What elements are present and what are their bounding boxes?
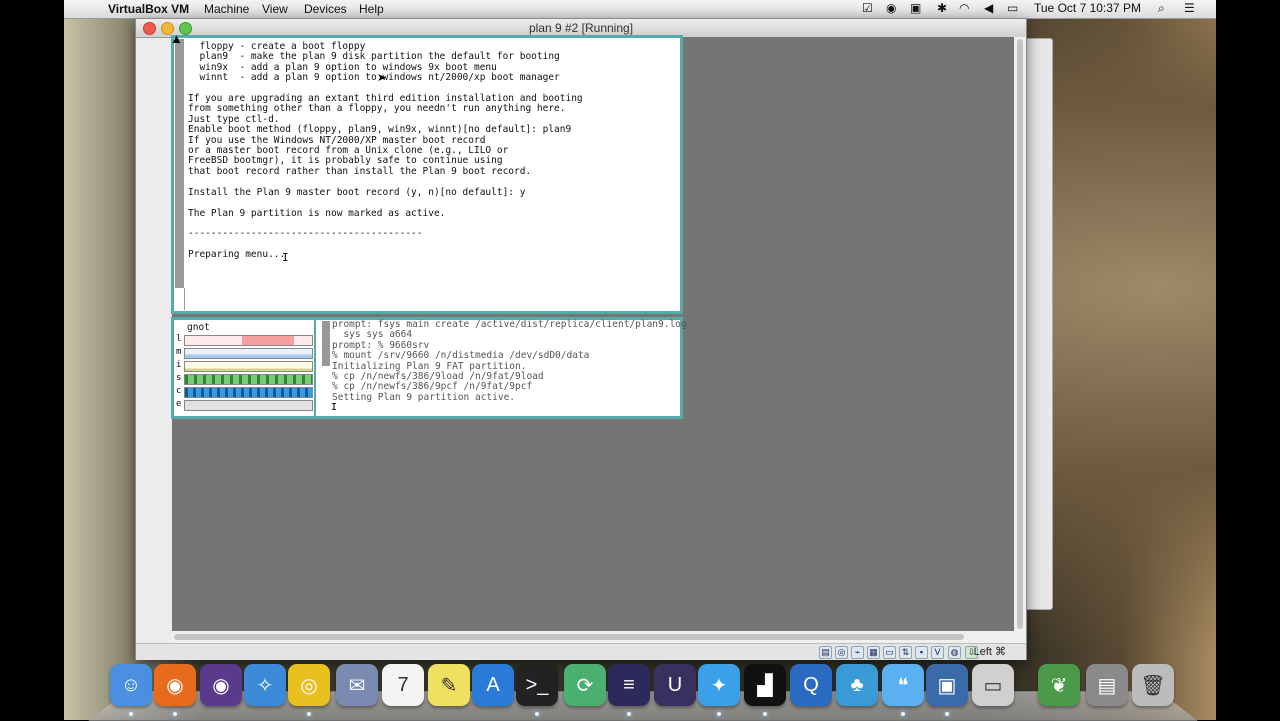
stats-host-name: gnot <box>187 322 210 333</box>
host-key-label: Left ⌘ <box>973 646 1006 658</box>
vm-status-bar: ▤ ◎ ⌁ ▦ ▭ ⇅ ▪ V ◍ ⇩ Left ⌘ <box>136 643 1026 660</box>
vertical-scrollbar[interactable] <box>1014 37 1026 647</box>
rio-terminal-window[interactable]: floppy - create a boot floppy plan9 - ma… <box>171 35 683 314</box>
network-status-icon[interactable]: ⇅ <box>899 646 912 659</box>
menu-bar: VirtualBox VM Machine View Devices Help … <box>64 0 1216 19</box>
display-status-icon[interactable]: ▭ <box>883 646 896 659</box>
spotlight-search-icon[interactable]: ⌕ <box>1158 1 1165 16</box>
stat-graph-memory <box>184 348 313 359</box>
menu-devices[interactable]: Devices <box>304 2 347 16</box>
mouse-arrow-icon: ➤ <box>377 72 387 84</box>
running-indicator <box>945 712 949 716</box>
documents-folder-icon[interactable]: ▤ <box>1086 664 1128 706</box>
mail-icon[interactable]: ✉ <box>336 664 378 706</box>
dock: ☺ ◉ ◉ ✧ ◎ ✉ 7 ✎ A >_ ⟳ ≡ U ✦ ▟ Q ♣ ❝ ▣ ▭ ❦ ▤ 🗑 <box>88 660 1198 721</box>
checkmark-tray-icon[interactable]: ☑ <box>862 1 873 15</box>
stat-graph-load <box>184 335 313 346</box>
evernote-icon[interactable]: ❦ <box>1038 664 1080 706</box>
stat-label-load: l <box>176 334 182 344</box>
firefox-icon[interactable]: ◉ <box>154 664 196 706</box>
record-tray-icon[interactable]: ◉ <box>886 1 896 15</box>
window-title: plan 9 #2 [Running] <box>528 21 634 35</box>
activity-monitor-icon[interactable]: ▟ <box>744 664 786 706</box>
stickies-icon[interactable]: ✎ <box>428 664 470 706</box>
finder-icon[interactable]: ☺ <box>110 664 152 706</box>
wifi-icon[interactable]: ◠ <box>959 1 969 15</box>
shell-output: prompt: fsys main create /active/dist/re… <box>332 319 687 403</box>
terminal-icon[interactable]: >_ <box>516 664 558 706</box>
shared-folders-status-icon[interactable]: ▦ <box>867 646 880 659</box>
system-stats-panel: gnot l m i s c e <box>174 320 316 416</box>
cpu-status-icon[interactable]: V <box>931 646 944 659</box>
letterbox-left <box>0 0 64 720</box>
hard-disk-status-icon[interactable]: ▤ <box>819 646 832 659</box>
firefox-nightly-icon[interactable]: ◉ <box>200 664 242 706</box>
safari-icon[interactable]: ✧ <box>244 664 286 706</box>
stat-graph-ether <box>184 400 313 411</box>
shell-scrollbar[interactable] <box>322 321 330 366</box>
volume-icon[interactable]: ◀ <box>984 1 993 15</box>
trash-icon[interactable]: 🗑 <box>1132 664 1174 706</box>
stat-label-memory: m <box>176 347 182 357</box>
letterbox-right <box>1216 0 1280 720</box>
rio-scrollbar[interactable] <box>175 39 184 309</box>
rio-shell-window[interactable]: gnot l m i s c e prompt: fsys main creat… <box>171 317 687 419</box>
calendar-icon[interactable]: 7 <box>382 664 424 706</box>
vm-window-icon[interactable]: ▭ <box>972 664 1014 706</box>
airplay-tray-icon[interactable]: ▣ <box>910 1 921 15</box>
stat-row-ether: e <box>174 399 314 412</box>
stat-label-interrupts: i <box>176 360 182 370</box>
running-indicator <box>535 712 539 716</box>
running-indicator <box>763 712 767 716</box>
app-store-icon[interactable]: A <box>472 664 514 706</box>
running-indicator <box>307 712 311 716</box>
mouse-integration-icon[interactable]: ◍ <box>948 646 961 659</box>
running-indicator <box>627 712 631 716</box>
virtualbox-icon[interactable]: ▣ <box>926 664 968 706</box>
twitter-icon[interactable]: ✦ <box>698 664 740 706</box>
eclipse-icon[interactable]: ≡ <box>608 664 650 706</box>
notification-center-icon[interactable]: ☰ <box>1184 1 1195 15</box>
stat-graph-interrupts <box>184 361 313 372</box>
stat-row-load: l <box>174 334 314 347</box>
network-icon[interactable]: ⟳ <box>564 664 606 706</box>
horizontal-scrollbar[interactable] <box>172 631 1014 643</box>
menu-machine[interactable]: Machine <box>204 2 249 16</box>
running-indicator <box>901 712 905 716</box>
stat-row-context: c <box>174 386 314 399</box>
stat-label-syscalls: s <box>176 373 182 383</box>
horizontal-scroll-thumb[interactable] <box>174 634 964 640</box>
shell-cursor-icon: I <box>331 402 338 413</box>
optical-drive-status-icon[interactable]: ◎ <box>835 646 848 659</box>
menu-clock[interactable]: Tue Oct 7 10:37 PM <box>1034 1 1141 15</box>
running-indicator <box>129 712 133 716</box>
chrome-icon[interactable]: ◎ <box>288 664 330 706</box>
stat-graph-context <box>184 387 313 398</box>
stat-row-memory: m <box>174 347 314 360</box>
people-icon[interactable]: ♣ <box>836 664 878 706</box>
unreal-icon[interactable]: U <box>654 664 696 706</box>
text-cursor-icon: I <box>282 251 289 264</box>
app-name-menu[interactable]: VirtualBox VM <box>108 2 189 16</box>
usb-status-icon[interactable]: ⌁ <box>851 646 864 659</box>
stat-graph-syscalls <box>184 374 313 385</box>
mouse-pointer-icon: ▲ <box>170 31 183 46</box>
stat-label-context: c <box>176 386 182 396</box>
running-indicator <box>717 712 721 716</box>
menu-view[interactable]: View <box>262 2 288 16</box>
running-indicator <box>173 712 177 716</box>
battery-icon[interactable]: ▭ <box>1007 1 1018 15</box>
stat-row-interrupts: i <box>174 360 314 373</box>
quicktime-icon[interactable]: Q <box>790 664 832 706</box>
rio-scrollbar-track[interactable] <box>175 288 185 310</box>
bluetooth-icon[interactable]: ✱ <box>937 1 947 15</box>
vertical-scroll-thumb[interactable] <box>1017 39 1023 629</box>
menu-help[interactable]: Help <box>359 2 384 16</box>
stat-label-ether: e <box>176 399 182 409</box>
messages-icon[interactable]: ❝ <box>882 664 924 706</box>
stat-row-syscalls: s <box>174 373 314 386</box>
recording-status-icon[interactable]: ▪ <box>915 646 928 659</box>
